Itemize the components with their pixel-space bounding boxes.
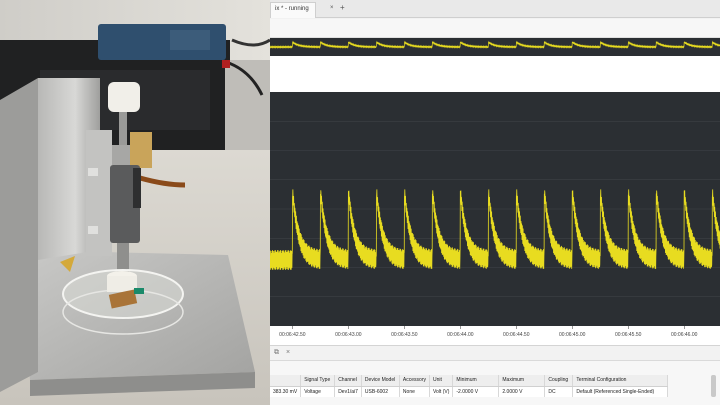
time-tick-label: 00:06:42.50 — [279, 332, 306, 338]
table-cell: Dev1/ai7 — [334, 386, 362, 397]
time-tick-mark — [572, 326, 574, 329]
signal-trace — [270, 189, 720, 270]
time-axis: 00:06:42.50 00:06:43.00 00:06:43.50 00:06:4… — [270, 326, 720, 346]
table-cell: None — [399, 386, 430, 397]
table-cell: DC — [544, 386, 574, 397]
column-header[interactable]: Accessory — [399, 375, 430, 387]
tab-title: ix * - running — [275, 6, 309, 12]
column-header[interactable] — [270, 375, 302, 387]
toolbar — [270, 19, 720, 38]
tab-bar: ix * - running × + — [270, 0, 720, 18]
overview-trace — [270, 40, 720, 49]
table-cell: Default (Referenced Single-Ended) — [572, 386, 669, 397]
column-header[interactable]: Unit — [429, 375, 454, 387]
copy-icon[interactable]: ⧉ — [274, 349, 279, 357]
table-cell: 2.0000 V — [498, 386, 546, 397]
signal-plot[interactable] — [270, 92, 720, 326]
time-tick-mark — [292, 326, 294, 329]
time-tick-mark — [348, 326, 350, 329]
overview-plot-svg — [270, 40, 720, 49]
tab-close-icon[interactable]: × — [330, 5, 334, 11]
time-tick-mark — [628, 326, 630, 329]
column-header[interactable]: Terminal Configuration — [572, 375, 669, 387]
panel-toolbar: ⧉ × — [270, 347, 720, 361]
column-header[interactable]: Coupling — [544, 375, 574, 387]
tab-running[interactable]: ix * - running — [270, 2, 316, 18]
table-cell: -2.0000 V — [452, 386, 500, 397]
time-tick-label: 00:06:45.00 — [559, 332, 586, 338]
camera-photo — [0, 0, 270, 405]
close-icon[interactable]: × — [286, 349, 290, 356]
table-cell: Volt (V) — [429, 386, 454, 397]
column-header[interactable]: Minimum — [452, 375, 500, 387]
table-cell: 383.30 mV — [270, 386, 302, 397]
time-tick-label: 00:06:45.50 — [614, 332, 642, 338]
column-header[interactable]: Device Model — [361, 375, 400, 387]
time-tick-label: 00:06:43.50 — [391, 332, 418, 338]
acquisition-app: ix * - running × + 00:06:42.50 00:06:43.0… — [270, 0, 720, 405]
time-tick-label: 00:06:44.00 — [447, 332, 474, 338]
time-tick-mark — [404, 326, 406, 329]
time-tick-mark — [684, 326, 686, 329]
table-scrollbar[interactable] — [711, 375, 716, 397]
column-header[interactable]: Maximum — [498, 375, 546, 387]
time-tick-label: 00:06:46.00 — [670, 332, 698, 338]
overview-plot[interactable] — [270, 38, 720, 56]
table-row[interactable]: 383.30 mV Voltage Dev1/ai7 USB-6002 None Volt… — [270, 386, 669, 397]
time-tick-mark — [460, 326, 462, 329]
table-cell: USB-6002 — [361, 386, 400, 397]
column-header[interactable]: Channel — [334, 375, 362, 387]
time-tick-mark — [516, 326, 518, 329]
channel-table: Signal Type Channel Device Model Accessory U… — [270, 375, 669, 397]
channel-panel: Signal Type Channel Device Model Accessory U… — [270, 361, 720, 405]
time-tick-label: 00:06:43.00 — [335, 332, 362, 338]
time-tick-label: 00:06:44.50 — [503, 332, 530, 338]
plot-header-area — [270, 56, 720, 92]
table-header-row: Signal Type Channel Device Model Accessory U… — [270, 375, 669, 387]
table-cell: Voltage — [300, 386, 336, 397]
column-header[interactable]: Signal Type — [300, 375, 336, 387]
signal-plot-svg — [270, 120, 720, 298]
add-tab-icon[interactable]: + — [340, 4, 345, 12]
test-rig-illustration — [0, 0, 270, 405]
